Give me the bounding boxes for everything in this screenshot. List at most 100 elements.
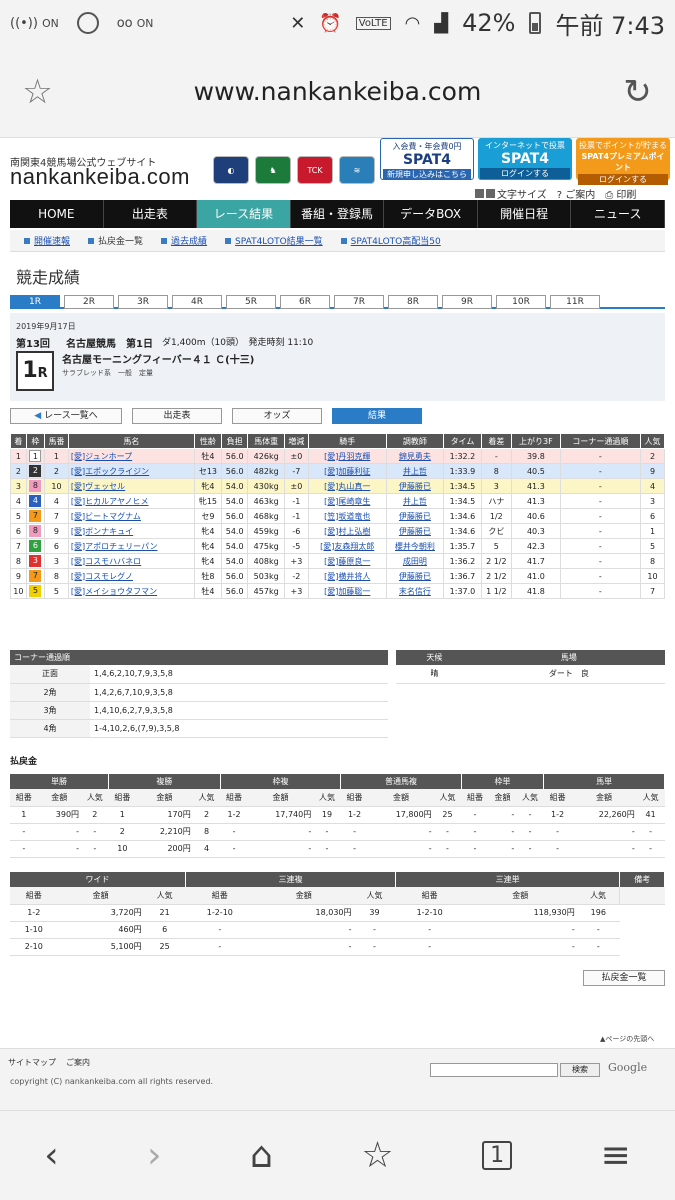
tck-logo-icon[interactable]: TCK xyxy=(297,156,333,184)
race-tab[interactable]: 6R xyxy=(280,295,330,309)
race-tab[interactable]: 9R xyxy=(442,295,492,309)
results-cell[interactable]: [愛]ヒカルアヤノヒメ xyxy=(67,493,195,509)
trainer-name[interactable]: 伊藤勝已 xyxy=(399,572,431,581)
spat4-premium-banner[interactable]: 投票でポイントが貯まる SPAT4プレミアムポイント ログインする xyxy=(576,138,670,185)
trainer-name[interactable]: 伊藤勝已 xyxy=(399,482,431,491)
results-cell[interactable]: [愛]アポロチェリーパン xyxy=(67,538,195,554)
odds-button[interactable]: オッズ xyxy=(232,408,322,424)
horse-name[interactable]: [愛]ボンナキュイ xyxy=(71,527,133,536)
race-tab[interactable]: 8R xyxy=(388,295,438,309)
subnav-payouts[interactable]: 払戻金一覧 xyxy=(88,234,143,247)
race-tab[interactable]: 11R xyxy=(550,295,600,309)
search-button[interactable]: 検索 xyxy=(560,1063,600,1077)
results-cell[interactable]: 伊藤勝已 xyxy=(385,508,445,524)
spat4-login-banner[interactable]: インターネットで投票 SPAT4 ログインする xyxy=(478,138,572,180)
results-cell[interactable]: [愛]加藤聡一 xyxy=(307,583,387,599)
results-cell[interactable]: [愛]ボンナキュイ xyxy=(67,523,195,539)
subnav-loto50[interactable]: SPAT4LOTO高配当50 xyxy=(341,234,441,247)
trainer-name[interactable]: 伊藤勝已 xyxy=(399,512,431,521)
results-cell[interactable]: 伊藤勝已 xyxy=(385,523,445,539)
jockey-name[interactable]: [愛]丸山真一 xyxy=(324,482,370,491)
race-tab[interactable]: 5R xyxy=(226,295,276,309)
subnav-loto[interactable]: SPAT4LOTO結果一覧 xyxy=(225,234,323,247)
nav-race-results[interactable]: レース結果 xyxy=(197,200,291,228)
trainer-name[interactable]: 櫻井今朝利 xyxy=(395,542,435,551)
results-cell[interactable]: [愛]藤原良一 xyxy=(307,553,387,569)
results-cell[interactable]: [愛]丹羽克輝 xyxy=(307,448,387,464)
jockey-name[interactable]: [愛]村上弘樹 xyxy=(324,527,370,536)
race-tab[interactable]: 4R xyxy=(172,295,222,309)
jockey-name[interactable]: [笠]坂道竜也 xyxy=(324,512,370,521)
kawasaki-logo-icon[interactable]: ≋ xyxy=(339,156,375,184)
results-cell[interactable]: [愛]メイショウタフマン xyxy=(67,583,195,599)
nav-home[interactable]: HOME xyxy=(10,200,104,228)
results-cell[interactable]: 井上哲 xyxy=(385,463,445,479)
nav-schedule[interactable]: 開催日程 xyxy=(478,200,572,228)
results-cell[interactable]: [愛]友森翔太郎 xyxy=(307,538,387,554)
home-icon[interactable]: ⌂ xyxy=(250,1135,273,1176)
horse-name[interactable]: [愛]ヒカルアヤノヒメ xyxy=(71,497,149,506)
trainer-name[interactable]: 末名信行 xyxy=(399,587,431,596)
results-cell[interactable]: 末名信行 xyxy=(385,583,445,599)
guide-link[interactable]: ? ご案内 xyxy=(557,186,596,201)
url-text[interactable]: www.nankankeiba.com xyxy=(75,77,600,106)
race-tab[interactable]: 2R xyxy=(64,295,114,309)
race-tab[interactable]: 3R xyxy=(118,295,168,309)
bookmarks-icon[interactable]: ☆ xyxy=(361,1135,393,1176)
horse-name[interactable]: [愛]ジュンホープ xyxy=(71,452,132,461)
spat4-signup-banner[interactable]: 入会費・年会費0円 SPAT4 新規申し込みはこちら xyxy=(380,138,474,180)
race-tab[interactable]: 1R xyxy=(10,295,60,309)
tabs-icon[interactable]: 1 xyxy=(482,1141,513,1170)
trainer-name[interactable]: 錦見勇夫 xyxy=(399,452,431,461)
jockey-name[interactable]: [愛]横井将人 xyxy=(324,572,370,581)
results-cell[interactable]: [愛]丸山真一 xyxy=(307,478,387,494)
horse-name[interactable]: [愛]コスモハバネロ xyxy=(71,557,141,566)
bookmark-star-icon[interactable]: ☆ xyxy=(0,72,75,112)
horse-name[interactable]: [愛]メイショウタフマン xyxy=(71,587,157,596)
results-cell[interactable]: 伊藤勝已 xyxy=(385,478,445,494)
back-icon[interactable]: ‹ xyxy=(44,1135,58,1176)
jockey-name[interactable]: [愛]尾崎章生 xyxy=(324,497,370,506)
results-cell[interactable]: [愛]ジュンホープ xyxy=(67,448,195,464)
funabashi-logo-icon[interactable]: ♞ xyxy=(255,156,291,184)
site-logo[interactable]: nankankeiba.com xyxy=(10,164,190,190)
results-cell[interactable]: [愛]ヴェッセル xyxy=(67,478,195,494)
trainer-name[interactable]: 井上哲 xyxy=(403,497,427,506)
results-cell[interactable]: 錦見勇夫 xyxy=(385,448,445,464)
results-cell[interactable]: 伊藤勝已 xyxy=(385,568,445,584)
results-cell[interactable]: [愛]ビートマグナム xyxy=(67,508,195,524)
nav-entries[interactable]: 出走表 xyxy=(104,200,198,228)
guide-footer-link[interactable]: ご案内 xyxy=(66,1057,90,1068)
horse-name[interactable]: [愛]ビートマグナム xyxy=(71,512,141,521)
subnav-past[interactable]: 過去成績 xyxy=(161,234,207,247)
jockey-name[interactable]: [愛]藤原良一 xyxy=(324,557,370,566)
results-cell[interactable]: 成田明 xyxy=(385,553,445,569)
reload-icon[interactable]: ↻ xyxy=(600,72,675,112)
search-input[interactable] xyxy=(430,1063,558,1077)
payout-list-button[interactable]: 払戻金一覧 xyxy=(583,970,665,986)
sitemap-link[interactable]: サイトマップ xyxy=(8,1057,56,1068)
jockey-name[interactable]: [愛]丹羽克輝 xyxy=(324,452,370,461)
to-top-link[interactable]: ▲ページの先頭へ xyxy=(600,1034,654,1044)
results-cell[interactable]: [愛]村上弘樹 xyxy=(307,523,387,539)
results-cell[interactable]: [愛]エポックライジン xyxy=(67,463,195,479)
results-cell[interactable]: [愛]コスモレグノ xyxy=(67,568,195,584)
jockey-name[interactable]: [愛]友森翔太郎 xyxy=(320,542,374,551)
forward-icon[interactable]: › xyxy=(147,1135,161,1176)
results-cell[interactable]: 井上哲 xyxy=(385,493,445,509)
race-tab[interactable]: 10R xyxy=(496,295,546,309)
jockey-name[interactable]: [愛]加藤利征 xyxy=(324,467,370,476)
nav-programs[interactable]: 番組・登録馬 xyxy=(291,200,385,228)
horse-name[interactable]: [愛]エポックライジン xyxy=(71,467,149,476)
print-link[interactable]: ⎙ 印刷 xyxy=(605,186,636,201)
jockey-name[interactable]: [愛]加藤聡一 xyxy=(324,587,370,596)
subnav-live[interactable]: 開催速報 xyxy=(24,234,70,247)
trainer-name[interactable]: 伊藤勝已 xyxy=(399,527,431,536)
results-cell[interactable]: [愛]加藤利征 xyxy=(307,463,387,479)
horse-name[interactable]: [愛]アポロチェリーパン xyxy=(71,542,158,551)
trainer-name[interactable]: 成田明 xyxy=(403,557,427,566)
trainer-name[interactable]: 井上哲 xyxy=(403,467,427,476)
urawa-logo-icon[interactable]: ◐ xyxy=(213,156,249,184)
horse-name[interactable]: [愛]ヴェッセル xyxy=(71,482,125,491)
entries-button[interactable]: 出走表 xyxy=(132,408,222,424)
